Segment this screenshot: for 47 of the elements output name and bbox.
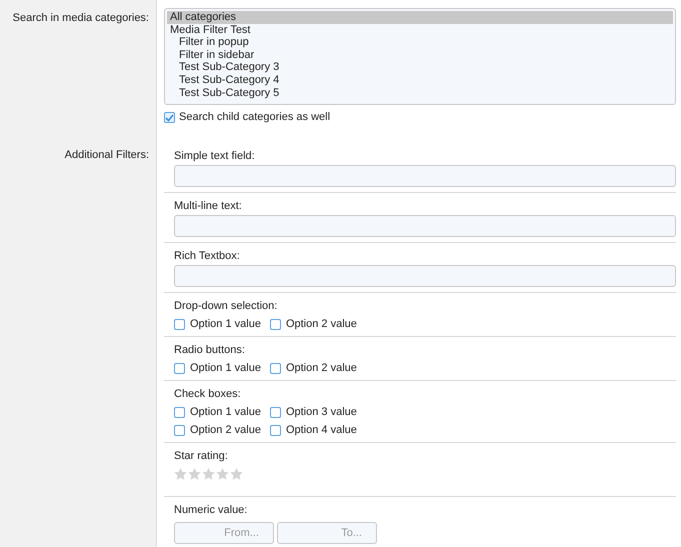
checkbox-label: Option 2 value xyxy=(286,318,357,331)
filter-label: Radio buttons: xyxy=(174,344,245,357)
input-field[interactable] xyxy=(174,265,676,287)
list-item[interactable]: Test Sub-Category 3 xyxy=(167,61,673,74)
list-item[interactable]: All categories xyxy=(167,11,673,24)
star-icon[interactable] xyxy=(202,468,215,480)
filter-label: Star rating: xyxy=(174,450,228,463)
check-icon xyxy=(165,114,174,122)
category-list[interactable]: All categories Media Filter Test Filter in popup Filter in sidebar Test Sub-Category 3 Test Sub-Category 4 Test Sub-Category 5 xyxy=(164,8,676,105)
input-field[interactable]: To... xyxy=(277,522,377,544)
checkbox[interactable] xyxy=(174,363,185,374)
star-icon[interactable] xyxy=(188,468,201,480)
checkbox[interactable] xyxy=(270,363,281,374)
list-item[interactable]: Filter in sidebar xyxy=(167,48,673,62)
checkbox[interactable] xyxy=(174,425,185,436)
checkbox[interactable] xyxy=(174,319,185,330)
checkbox-label: Search child categories as well xyxy=(179,111,330,124)
checkbox-label: Option 1 value xyxy=(190,318,261,331)
filter-label: Multi-line text: xyxy=(174,200,242,213)
filter-label: Check boxes: xyxy=(174,388,241,401)
checkbox[interactable] xyxy=(174,407,185,418)
star-icon[interactable] xyxy=(216,468,229,480)
filter-label: Simple text field: xyxy=(174,150,255,163)
filter-label: Numeric value: xyxy=(174,504,248,517)
field-label: Search in media categories: xyxy=(12,12,149,25)
star-icon[interactable] xyxy=(230,468,243,480)
star-icon[interactable] xyxy=(174,468,187,480)
list-item[interactable]: Test Sub-Category 4 xyxy=(167,74,673,87)
checkbox[interactable] xyxy=(270,425,281,436)
list-item[interactable]: Filter in popup xyxy=(167,36,673,49)
list-item[interactable]: Media Filter Test xyxy=(167,24,673,36)
field-label: Additional Filters: xyxy=(64,149,149,162)
checkbox-label: Option 4 value xyxy=(286,424,357,437)
input-field[interactable] xyxy=(174,215,676,237)
filter-label: Drop-down selection: xyxy=(174,300,278,313)
list-item[interactable]: Test Sub-Category 5 xyxy=(167,86,673,100)
checkbox[interactable] xyxy=(270,407,281,418)
checkbox[interactable] xyxy=(164,112,175,123)
input-field[interactable] xyxy=(174,165,676,187)
filter-label: Rich Textbox: xyxy=(174,250,240,263)
checkbox-label: Option 1 value xyxy=(190,406,261,419)
checkbox-label: Option 3 value xyxy=(286,406,357,419)
checkbox-label: Option 1 value xyxy=(190,362,261,375)
checkbox[interactable] xyxy=(270,319,281,330)
input-field[interactable]: From... xyxy=(174,522,274,544)
checkbox-label: Option 2 value xyxy=(286,362,357,375)
checkbox-label: Option 2 value xyxy=(190,424,261,437)
